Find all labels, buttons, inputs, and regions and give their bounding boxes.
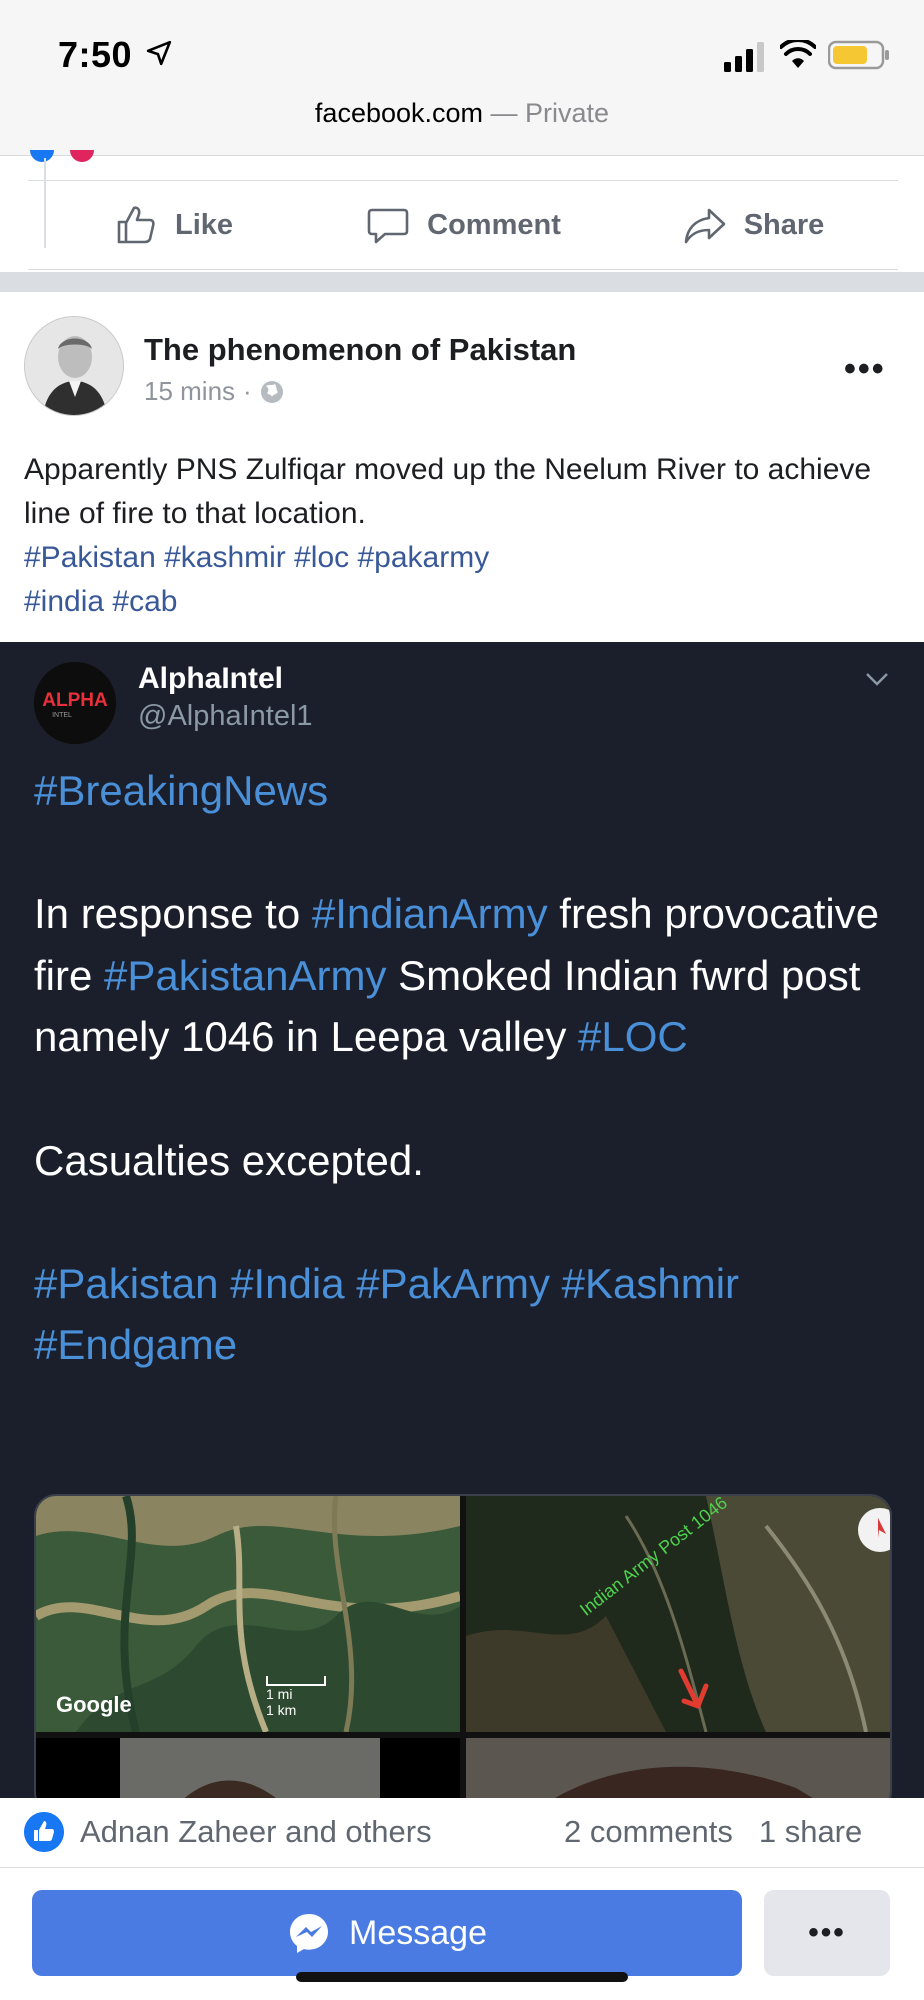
comments-count[interactable]: 2 comments xyxy=(564,1814,733,1850)
comment-bubble-icon xyxy=(367,208,409,244)
mountain-photo xyxy=(36,1738,460,1798)
map-scale: 1 mi 1 km xyxy=(266,1676,326,1718)
reactors-text[interactable]: Adnan Zaheer and others xyxy=(80,1814,432,1850)
tweet-text: #BreakingNews In response to #IndianArmy… xyxy=(34,760,900,1376)
shares-count[interactable]: 1 share xyxy=(759,1814,862,1850)
globe-icon xyxy=(260,380,283,403)
wifi-icon xyxy=(780,40,816,68)
post-text: Apparently PNS Zulfiqar moved up the Nee… xyxy=(24,453,872,530)
post-hashtags-line-2[interactable]: #india #cab xyxy=(24,580,904,624)
address-bar[interactable]: facebook.com — Private xyxy=(0,98,924,129)
chevron-down-icon[interactable] xyxy=(862,664,892,694)
hashtag-kashmir[interactable]: #Kashmir xyxy=(562,1260,739,1307)
engagement-counts: 2 comments 1 share xyxy=(564,1814,862,1850)
browser-status-bar: 7:50 facebook.com — Private xyxy=(0,0,924,156)
url-domain: facebook.com xyxy=(314,98,484,128)
tweet-avatar[interactable]: ALPHA INTEL xyxy=(34,662,116,744)
thumbs-up-icon xyxy=(117,206,155,244)
hashtag-loc[interactable]: #LOC xyxy=(578,1013,688,1060)
private-mode-label: — Private xyxy=(483,98,610,128)
map-attribution: Google xyxy=(56,1692,132,1717)
post-header: The phenomenon of Pakistan 15 mins · ••• xyxy=(0,292,924,432)
post-options-button[interactable]: ••• xyxy=(844,350,886,389)
more-options-button[interactable]: ••• xyxy=(764,1890,890,1976)
svg-text:ALPHA: ALPHA xyxy=(42,690,108,711)
cellular-signal-icon xyxy=(724,42,764,72)
share-label: Share xyxy=(743,208,825,241)
hashtag-india[interactable]: #India xyxy=(230,1260,344,1307)
tweet-image-3[interactable] xyxy=(36,1738,460,1798)
post-author-name[interactable]: The phenomenon of Pakistan xyxy=(144,332,576,368)
author-avatar[interactable] xyxy=(24,316,124,416)
hashtag-breakingnews[interactable]: #BreakingNews xyxy=(34,767,328,814)
reaction-icons-cutoff xyxy=(30,150,94,162)
comment-label: Comment xyxy=(427,208,561,241)
tweet-author-handle[interactable]: @AlphaIntel1 xyxy=(138,700,313,733)
tweet-text-part: Casualties excepted. xyxy=(34,1136,424,1184)
mountain-photo xyxy=(466,1738,890,1798)
message-label: Message xyxy=(349,1913,487,1952)
compass-icon xyxy=(878,1518,886,1538)
post-action-bar: Like Comment Share xyxy=(28,180,898,270)
hashtag-indianarmy[interactable]: #IndianArmy xyxy=(312,890,548,937)
page-bottom-bar: Message ••• xyxy=(0,1868,924,2000)
comment-button[interactable]: Comment xyxy=(318,181,608,269)
message-button[interactable]: Message xyxy=(32,1890,742,1976)
share-button[interactable]: Share xyxy=(608,181,898,269)
post-hashtags-line-1[interactable]: #Pakistan #kashmir #loc #pakarmy xyxy=(24,536,904,580)
tweet-author-name[interactable]: AlphaIntel xyxy=(138,662,283,696)
post-time[interactable]: 15 mins xyxy=(144,376,235,407)
map-compass-button[interactable] xyxy=(858,1508,890,1552)
meta-dot: · xyxy=(243,376,252,406)
embedded-tweet[interactable]: ALPHA INTEL AlphaIntel @AlphaIntel1 #Bre… xyxy=(0,642,924,1798)
clock: 7:50 xyxy=(58,34,133,75)
battery-icon xyxy=(828,40,889,70)
svg-text:INTEL: INTEL xyxy=(52,712,72,719)
feed-separator xyxy=(0,272,924,292)
tweet-text-part: In response to xyxy=(34,890,301,938)
tweet-media-grid[interactable]: Google 1 mi 1 km Indian Army Post 1046 xyxy=(34,1494,892,1798)
hashtag-endgame[interactable]: #Endgame xyxy=(34,1321,237,1368)
satellite-closeup-image[interactable]: Indian Army Post 1046 xyxy=(466,1496,890,1732)
hashtag-pakistanarmy[interactable]: #PakistanArmy xyxy=(104,952,386,999)
hashtag-pakistan[interactable]: #Pakistan xyxy=(34,1260,218,1307)
like-reaction-icon xyxy=(24,1812,64,1852)
share-arrow-icon xyxy=(684,208,725,244)
messenger-icon xyxy=(290,1914,329,1953)
like-button[interactable]: Like xyxy=(28,181,318,269)
alphaintel-logo: ALPHA INTEL xyxy=(34,662,116,744)
home-indicator[interactable] xyxy=(296,1972,628,1982)
portrait-image xyxy=(25,317,123,415)
like-label: Like xyxy=(174,208,234,241)
post-body: Apparently PNS Zulfiqar moved up the Nee… xyxy=(24,448,904,624)
satellite-map-image[interactable]: Google 1 mi 1 km xyxy=(36,1496,460,1732)
hashtag-pakarmy[interactable]: #PakArmy xyxy=(356,1260,550,1307)
engagement-bar: Adnan Zaheer and others 2 comments 1 sha… xyxy=(0,1798,924,1868)
location-arrow-icon xyxy=(146,40,172,66)
post-meta: 15 mins · xyxy=(144,376,284,407)
tweet-image-4[interactable] xyxy=(466,1738,890,1798)
